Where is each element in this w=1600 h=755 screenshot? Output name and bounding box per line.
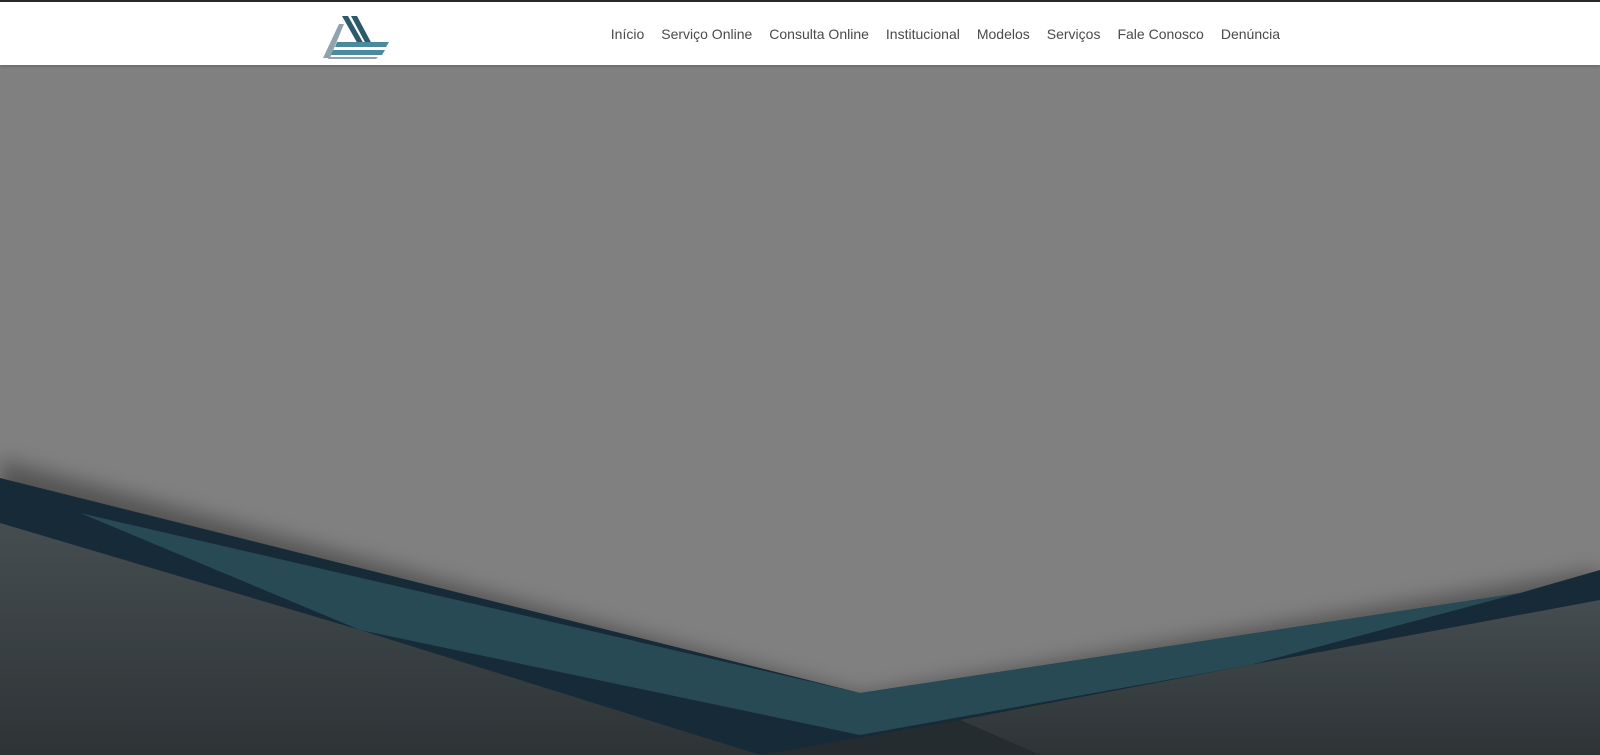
nav-item-denuncia[interactable]: Denúncia (1221, 26, 1280, 42)
nav-item-servicos[interactable]: Serviços (1047, 26, 1101, 42)
nav-item-institucional[interactable]: Institucional (886, 26, 960, 42)
nav-item-modelos[interactable]: Modelos (977, 26, 1030, 42)
main-nav: Início Serviço Online Consulta Online In… (611, 2, 1280, 65)
page: Início Serviço Online Consulta Online In… (0, 0, 1600, 755)
site-logo[interactable] (323, 12, 389, 60)
hero-wave-decoration (0, 460, 1600, 755)
nav-item-servico-online[interactable]: Serviço Online (661, 26, 752, 42)
hero-banner (0, 65, 1600, 755)
nav-item-fale-conosco[interactable]: Fale Conosco (1117, 26, 1203, 42)
nav-item-consulta-online[interactable]: Consulta Online (769, 26, 869, 42)
nav-item-inicio[interactable]: Início (611, 26, 644, 42)
site-header: Início Serviço Online Consulta Online In… (0, 2, 1600, 65)
triangle-stripes-logo-icon (323, 16, 389, 59)
